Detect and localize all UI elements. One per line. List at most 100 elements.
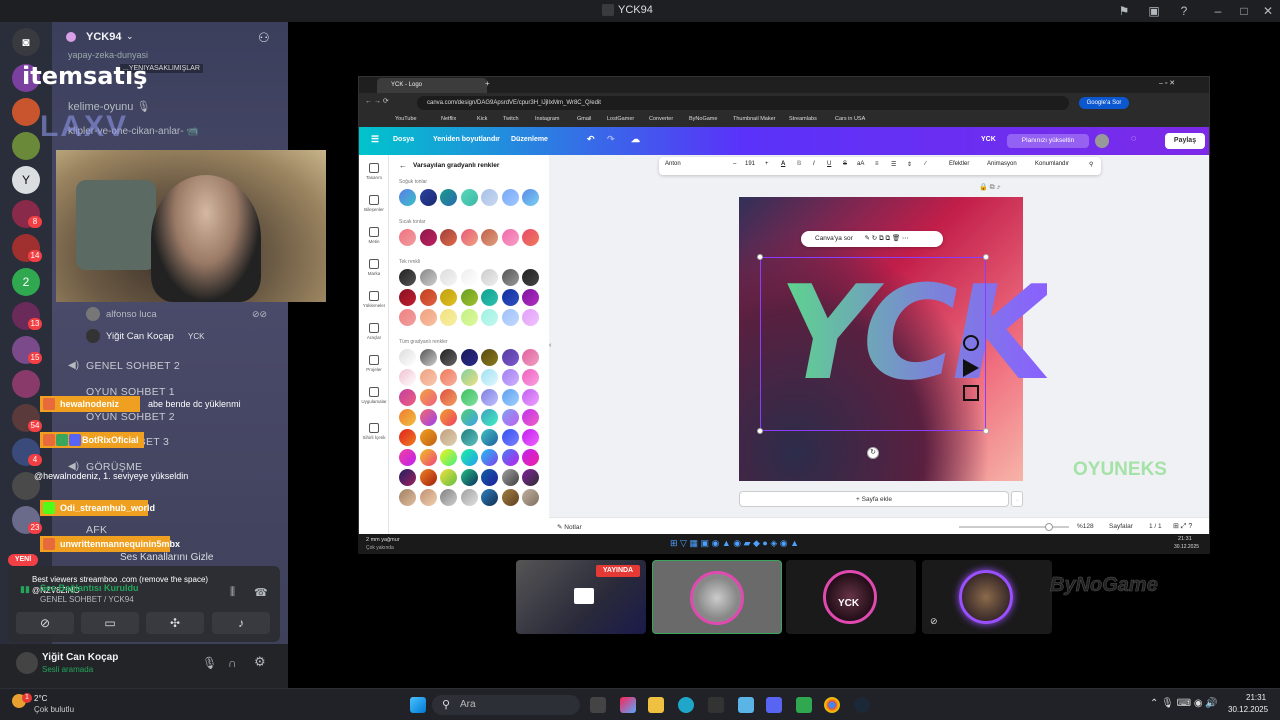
copilot-icon[interactable] [620,697,636,713]
gradient-swatch[interactable] [460,409,478,426]
gradient-swatch[interactable] [481,189,498,206]
bookmark[interactable]: ByNoGame [689,116,717,122]
gradient-swatch[interactable] [399,389,416,406]
gradient-swatch[interactable] [419,229,437,246]
gradient-swatch[interactable] [460,489,478,506]
nav-buttons[interactable]: ← → ⟳ [365,97,389,105]
gradient-swatch[interactable] [440,409,457,426]
gradient-swatch[interactable] [399,489,416,506]
italic-icon[interactable]: I [813,161,815,167]
rotate-icon[interactable]: ↻ [867,447,879,459]
sidebar-item-elements[interactable]: Bileşenler [359,195,389,212]
screen-share-button[interactable]: ▭ [81,612,139,634]
gradient-swatch[interactable] [399,429,416,446]
bookmark[interactable]: LostGamer [607,116,634,122]
resize-handle[interactable] [757,428,763,434]
window-controls[interactable]: – ▫ ✕ [1159,79,1175,87]
gradient-swatch[interactable] [440,489,457,506]
gradient-swatch[interactable] [522,449,539,466]
cloud-save-icon[interactable]: ☁ [631,134,640,145]
gradient-swatch[interactable] [440,449,457,466]
gradient-swatch[interactable] [522,229,539,246]
strikethrough-icon[interactable]: S [843,161,847,167]
resize-button[interactable]: Yeniden boyutlandır [433,136,500,143]
sidebar-item-uploads[interactable]: Yüklemeler [359,291,389,308]
noise-suppression-icon[interactable]: ⫼ [230,586,235,599]
gradient-swatch[interactable] [460,369,478,386]
font-size-decrease[interactable]: – [733,161,736,167]
discord-icon[interactable] [766,697,782,713]
text-color-icon[interactable]: A [781,161,785,167]
direct-messages-icon[interactable]: ◙ [12,28,40,56]
bookmark[interactable]: Netflix [441,116,456,122]
gradient-swatch[interactable] [419,429,437,446]
voice-channel[interactable]: AFK [86,524,107,536]
activities-button[interactable]: ✣ [146,612,204,634]
gradient-swatch[interactable] [419,349,437,366]
gradient-swatch[interactable] [440,189,457,206]
chevron-down-icon[interactable]: ⌄ [1011,491,1023,507]
add-member-icon[interactable]: ⚇ [258,30,270,46]
username[interactable]: Yiğit Can Koçap [42,652,118,663]
google-ask-button[interactable]: Google'a Sor [1079,97,1129,109]
sidebar-item-text[interactable]: Metin [359,227,389,244]
gradient-swatch[interactable] [419,269,437,286]
sidebar-item-design[interactable]: Tasarım [359,163,389,180]
file-explorer-icon[interactable] [648,697,664,713]
gradient-swatch[interactable] [399,189,416,206]
gradient-swatch[interactable] [419,409,437,426]
gradient-swatch[interactable] [399,269,416,286]
url-field[interactable]: canva.com/design/DAG9ApsrdVE/cpur3H_lJjl… [417,96,1069,110]
pages-button[interactable]: Sayfalar [1109,523,1133,530]
temperature[interactable]: 2°C [34,694,47,703]
font-selector[interactable]: Anton [665,161,681,167]
close-button[interactable]: ✕ [1260,3,1276,19]
bookmark[interactable]: Instagram [535,116,559,122]
server-icon[interactable]: 2 [12,268,40,296]
sidebar-item-apps[interactable]: Uygulamalar [359,387,389,404]
gradient-swatch[interactable] [501,229,519,246]
gradient-swatch[interactable] [399,309,416,326]
gradient-swatch[interactable] [522,289,539,306]
spacing-icon[interactable]: ⇕ [907,161,912,168]
minimize-button[interactable]: – [1210,3,1226,19]
gradient-swatch[interactable] [419,469,437,486]
gradient-swatch[interactable] [460,289,478,306]
voice-channel[interactable]: GENEL SOHBET 2 [86,360,180,372]
gradient-swatch[interactable] [522,309,539,326]
gradient-swatch[interactable] [399,369,416,386]
upgrade-button[interactable]: Planınızı yükseltin [1007,134,1089,148]
search-box[interactable]: ⚲ Ara [432,695,580,715]
new-tab-icon[interactable]: + [485,79,490,88]
selection-box[interactable] [760,257,986,431]
gradient-swatch[interactable] [460,229,478,246]
gradient-swatch[interactable] [481,489,498,506]
file-menu[interactable]: Dosya [393,136,414,143]
server-icon[interactable] [12,98,40,126]
gradient-swatch[interactable] [481,289,498,306]
gradient-swatch[interactable] [440,289,457,306]
headphones-icon[interactable]: ∩ [228,656,237,670]
stream-thumbnail[interactable]: ⊘ [922,560,1052,634]
bold-icon[interactable]: B [797,161,801,167]
underline-icon[interactable]: U [827,161,831,167]
hide-channels-link[interactable]: Ses Kanallarını Gizle [120,552,213,563]
gradient-swatch[interactable] [522,429,539,446]
voice-member-name[interactable]: alfonso luca [106,309,157,320]
collapse-panel-icon[interactable]: ‹ [549,342,551,349]
bookmark[interactable]: Twitch [503,116,519,122]
redo-icon[interactable]: ↷ [607,134,615,145]
browser-tab[interactable]: YCK - Logo [377,78,487,93]
gradient-swatch[interactable] [501,489,519,506]
gradient-swatch[interactable] [399,349,416,366]
back-arrow-icon[interactable]: ← [399,161,407,170]
gradient-swatch[interactable] [419,309,437,326]
notes-button[interactable]: ✎ Notlar [557,523,582,531]
gradient-swatch[interactable] [399,449,416,466]
gradient-swatch[interactable] [501,269,519,286]
gradient-swatch[interactable] [440,269,457,286]
gradient-swatch[interactable] [460,349,478,366]
align-icon[interactable]: ≡ [875,161,879,167]
stream-thumbnail[interactable] [652,560,782,634]
gradient-swatch[interactable] [440,229,457,246]
